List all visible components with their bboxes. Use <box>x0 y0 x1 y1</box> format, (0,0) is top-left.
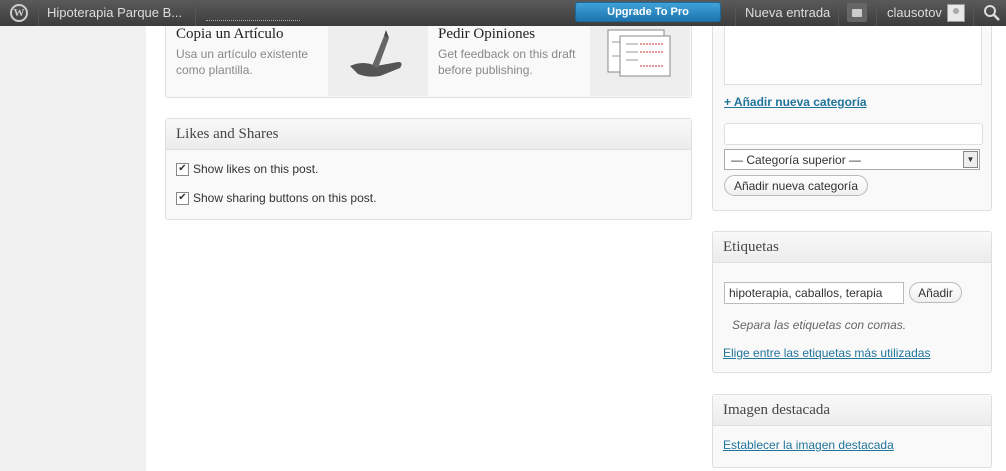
templates-box: Copia un Artículo Usa un artículo existe… <box>165 26 692 98</box>
feedback-document-icon[interactable] <box>590 26 690 96</box>
separator <box>735 0 736 26</box>
admin-bar: W Hipoterapia Parque B... Upgrade To Pro… <box>0 0 1006 26</box>
shortlink-input[interactable] <box>206 19 300 21</box>
featured-image-title[interactable]: Imagen destacada <box>713 395 991 426</box>
copy-post-hand-pen-icon[interactable] <box>328 26 428 96</box>
tags-box-title[interactable]: Etiquetas <box>713 232 991 263</box>
add-tag-button[interactable]: Añadir <box>909 282 962 303</box>
separator <box>876 0 877 26</box>
copy-post-description: Usa un artículo existente como plantilla… <box>176 47 309 77</box>
request-feedback-description: Get feedback on this draft before publis… <box>438 47 576 77</box>
most-used-tags-link[interactable]: Elige entre las etiquetas más utilizadas <box>723 346 930 360</box>
new-post-link[interactable]: Nueva entrada <box>745 5 830 20</box>
add-category-button[interactable]: Añadir nueva categoría <box>724 175 868 196</box>
copy-post-title[interactable]: Copia un Artículo <box>176 26 284 43</box>
likes-box-title[interactable]: Likes and Shares <box>166 119 691 150</box>
show-likes-checkbox[interactable]: ✔ <box>176 162 189 176</box>
set-featured-image-link[interactable]: Establecer la imagen destacada <box>723 438 894 452</box>
show-likes-label[interactable]: Show likes on this post. <box>193 162 318 176</box>
username-link[interactable]: clausotov <box>887 5 942 20</box>
avatar[interactable] <box>947 4 965 22</box>
search-icon[interactable] <box>983 4 1001 22</box>
tags-hint: Separa las etiquetas con comas. <box>732 318 907 332</box>
notifications-icon[interactable] <box>847 3 867 22</box>
categories-box: + Añadir nueva categoría — Categoría sup… <box>712 26 992 211</box>
show-sharing-checkbox[interactable]: ✔ <box>176 191 189 205</box>
separator <box>838 0 839 26</box>
chevron-down-icon[interactable]: ▼ <box>963 151 978 168</box>
category-list[interactable] <box>724 26 982 85</box>
show-sharing-option[interactable]: ✔ Show sharing buttons on this post. <box>176 191 376 205</box>
likes-and-shares-box: Likes and Shares ✔ Show likes on this po… <box>165 118 692 220</box>
tags-box: Etiquetas hipoterapia, caballos, terapia… <box>712 231 992 373</box>
show-sharing-label[interactable]: Show sharing buttons on this post. <box>193 191 376 205</box>
add-new-category-link[interactable]: + Añadir nueva categoría <box>724 95 867 109</box>
separator <box>38 0 39 26</box>
featured-image-box: Imagen destacada Establecer la imagen de… <box>712 394 992 468</box>
show-likes-option[interactable]: ✔ Show likes on this post. <box>176 162 318 176</box>
tags-input[interactable]: hipoterapia, caballos, terapia <box>724 282 904 304</box>
upgrade-button[interactable]: Upgrade To Pro <box>575 2 721 22</box>
separator <box>195 0 196 26</box>
request-feedback-title[interactable]: Pedir Opiniones <box>438 26 535 43</box>
site-name-link[interactable]: Hipoterapia Parque B... <box>47 5 182 20</box>
new-category-input[interactable] <box>724 123 983 145</box>
parent-category-select[interactable]: — Categoría superior — ▼ <box>724 149 980 170</box>
wordpress-logo-icon[interactable]: W <box>0 0 38 26</box>
separator <box>973 0 974 26</box>
